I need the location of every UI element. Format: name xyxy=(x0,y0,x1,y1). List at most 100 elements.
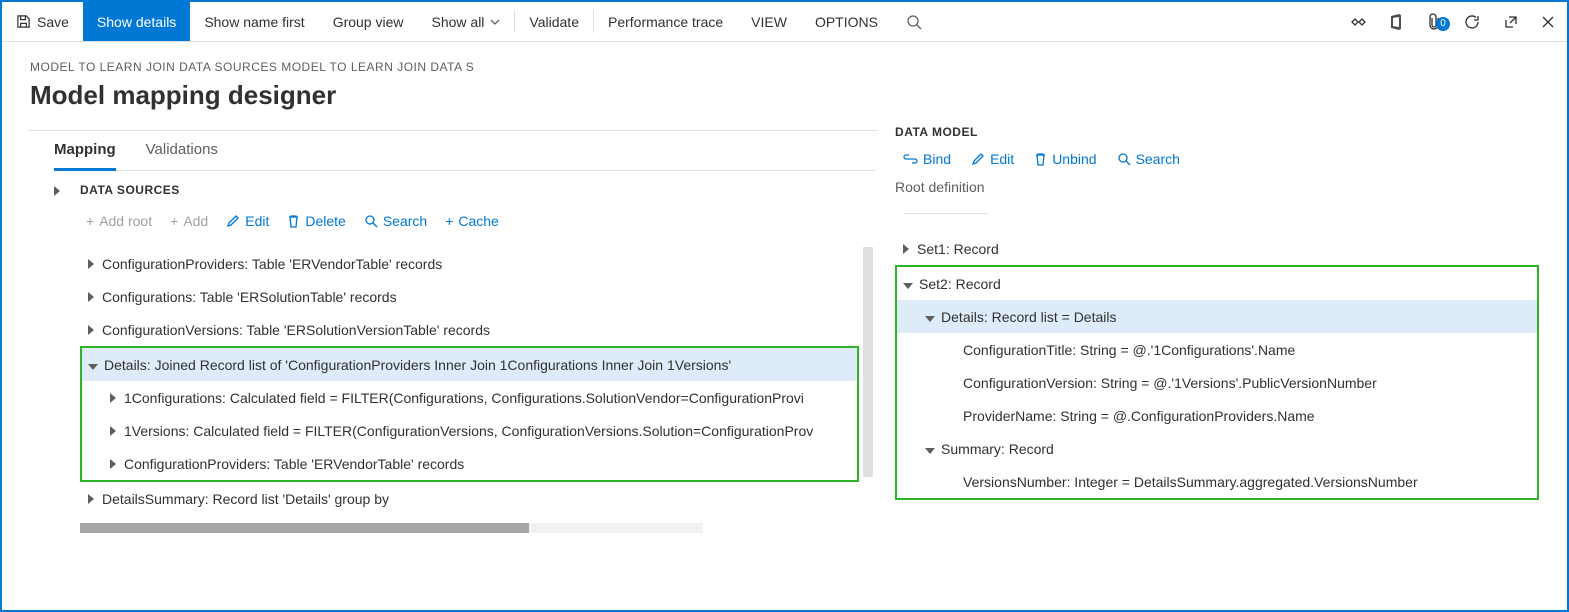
left-column: Mapping Validations DATA SOURCES + Add r… xyxy=(30,125,875,565)
save-label: Save xyxy=(37,14,69,30)
save-button[interactable]: Save xyxy=(2,2,83,41)
chevron-right-icon[interactable] xyxy=(54,186,60,196)
tree-row[interactable]: Configurations: Table 'ERSolutionTable' … xyxy=(80,280,859,313)
search-icon xyxy=(1117,152,1131,166)
breadcrumb: MODEL TO LEARN JOIN DATA SOURCES MODEL T… xyxy=(30,60,1539,74)
chevron-right-icon[interactable] xyxy=(80,256,102,272)
vertical-scrollbar[interactable] xyxy=(863,247,873,477)
tree-label: VersionsNumber: Integer = DetailsSummary… xyxy=(963,474,1418,490)
group-view-label: Group view xyxy=(333,14,404,30)
add-label: Add xyxy=(183,213,208,229)
chevron-right-icon[interactable] xyxy=(102,390,124,406)
delete-button[interactable]: Delete xyxy=(287,213,345,229)
options-button[interactable]: OPTIONS xyxy=(801,2,892,41)
show-details-button[interactable]: Show details xyxy=(83,2,190,41)
perf-trace-label: Performance trace xyxy=(608,14,723,30)
chevron-right-icon[interactable] xyxy=(80,322,102,338)
refresh-icon[interactable] xyxy=(1453,14,1491,30)
tree-row[interactable]: ConfigurationTitle: String = @.'1Configu… xyxy=(897,333,1537,366)
link-icon[interactable] xyxy=(1339,14,1377,30)
edit-button[interactable]: Edit xyxy=(226,213,269,229)
tree-label: ConfigurationProviders: Table 'ERVendorT… xyxy=(124,456,464,472)
cache-label: Cache xyxy=(458,213,498,229)
close-icon[interactable] xyxy=(1529,15,1567,29)
chevron-right-icon[interactable] xyxy=(102,423,124,439)
tree-row[interactable]: Details: Joined Record list of 'Configur… xyxy=(82,348,857,381)
tree-row[interactable]: ConfigurationVersion: String = @.'1Versi… xyxy=(897,366,1537,399)
root-definition-label: Root definition xyxy=(895,179,1539,195)
options-label: OPTIONS xyxy=(815,14,878,30)
chevron-right-icon[interactable] xyxy=(80,289,102,305)
tree-row[interactable]: VersionsNumber: Integer = DetailsSummary… xyxy=(897,465,1537,498)
bind-button[interactable]: Bind xyxy=(903,151,951,167)
tab-mapping[interactable]: Mapping xyxy=(54,135,116,171)
tree-label: Set2: Record xyxy=(919,276,1001,292)
chevron-down-icon[interactable] xyxy=(919,441,941,457)
pencil-icon xyxy=(971,152,985,166)
trash-icon xyxy=(1034,152,1047,166)
right-column: DATA MODEL Bind Edit Unbind Search xyxy=(895,125,1539,565)
plus-icon: + xyxy=(86,213,94,229)
tree-row[interactable]: 1Versions: Calculated field = FILTER(Con… xyxy=(82,414,857,447)
search-dm-button[interactable]: Search xyxy=(1117,151,1180,167)
search-label: Search xyxy=(1136,151,1180,167)
add-button[interactable]: + Add xyxy=(170,213,208,229)
delete-label: Delete xyxy=(305,213,345,229)
office-icon[interactable] xyxy=(1377,14,1415,30)
show-name-first-label: Show name first xyxy=(204,14,304,30)
tab-validations[interactable]: Validations xyxy=(146,135,218,170)
tree-row[interactable]: Set2: Record xyxy=(897,267,1537,300)
tree-row[interactable]: Set1: Record xyxy=(895,232,1539,265)
show-name-first-button[interactable]: Show name first xyxy=(190,2,318,41)
tree-row[interactable]: Summary: Record xyxy=(897,432,1537,465)
highlight-box: Set2: Record Details: Record list = Deta… xyxy=(895,265,1539,500)
chevron-right-icon[interactable] xyxy=(80,491,102,507)
add-root-label: Add root xyxy=(99,213,152,229)
chevron-down-icon[interactable] xyxy=(82,357,104,373)
tree-label: DetailsSummary: Record list 'Details' gr… xyxy=(102,491,389,507)
data-sources-head: DATA SOURCES xyxy=(80,181,875,197)
tree-label: Configurations: Table 'ERSolutionTable' … xyxy=(102,289,397,305)
show-details-label: Show details xyxy=(97,14,176,30)
show-all-button[interactable]: Show all xyxy=(418,2,515,41)
cache-button[interactable]: + Cache xyxy=(445,213,499,229)
validate-button[interactable]: Validate xyxy=(515,2,593,41)
tree-label: ConfigurationVersion: String = @.'1Versi… xyxy=(963,375,1377,391)
popout-icon[interactable] xyxy=(1491,14,1529,29)
chevron-down-icon[interactable] xyxy=(919,309,941,325)
tree-label: ConfigurationVersions: Table 'ERSolution… xyxy=(102,322,490,338)
tree-row[interactable]: Details: Record list = Details xyxy=(897,300,1537,333)
tree-row[interactable]: 1Configurations: Calculated field = FILT… xyxy=(82,381,857,414)
tree-row[interactable]: ConfigurationVersions: Table 'ERSolution… xyxy=(80,313,859,346)
scrollbar-thumb[interactable] xyxy=(80,523,529,533)
chevron-down-icon[interactable] xyxy=(897,276,919,292)
content: MODEL TO LEARN JOIN DATA SOURCES MODEL T… xyxy=(2,42,1567,565)
chevron-right-icon[interactable] xyxy=(102,456,124,472)
trash-icon xyxy=(287,214,300,228)
bind-label: Bind xyxy=(923,151,951,167)
toolbar-right: 0 xyxy=(1339,2,1567,41)
tree-row[interactable]: ConfigurationProviders: Table 'ERVendorT… xyxy=(80,247,859,280)
tree-row[interactable]: ProviderName: String = @.ConfigurationPr… xyxy=(897,399,1537,432)
tree-label: ConfigurationTitle: String = @.'1Configu… xyxy=(963,342,1295,358)
tree-row[interactable]: ConfigurationProviders: Table 'ERVendorT… xyxy=(82,447,857,480)
link-icon xyxy=(903,153,918,165)
unbind-button[interactable]: Unbind xyxy=(1034,151,1096,167)
attachment-icon[interactable]: 0 xyxy=(1415,13,1453,31)
highlight-box: Details: Joined Record list of 'Configur… xyxy=(80,346,859,482)
group-view-button[interactable]: Group view xyxy=(319,2,418,41)
view-button[interactable]: VIEW xyxy=(737,2,801,41)
tree-label: ConfigurationProviders: Table 'ERVendorT… xyxy=(102,256,442,272)
tree-label: Details: Joined Record list of 'Configur… xyxy=(104,357,731,373)
chevron-right-icon[interactable] xyxy=(895,241,917,257)
search-icon xyxy=(906,14,922,30)
search-button[interactable]: Search xyxy=(364,213,427,229)
ds-actions: + Add root + Add Edit xyxy=(80,213,875,229)
tree-row[interactable]: DetailsSummary: Record list 'Details' gr… xyxy=(80,482,859,515)
edit-dm-button[interactable]: Edit xyxy=(971,151,1014,167)
search-toolbar-button[interactable] xyxy=(892,2,936,41)
horizontal-scrollbar[interactable] xyxy=(80,523,703,533)
tree-label: Details: Record list = Details xyxy=(941,309,1116,325)
add-root-button[interactable]: + Add root xyxy=(86,213,152,229)
perf-trace-button[interactable]: Performance trace xyxy=(594,2,737,41)
